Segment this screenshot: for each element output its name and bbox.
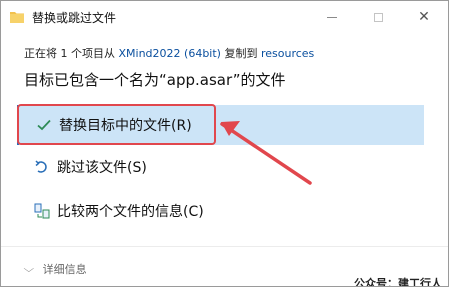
annotation-arrow-icon bbox=[220, 121, 312, 185]
